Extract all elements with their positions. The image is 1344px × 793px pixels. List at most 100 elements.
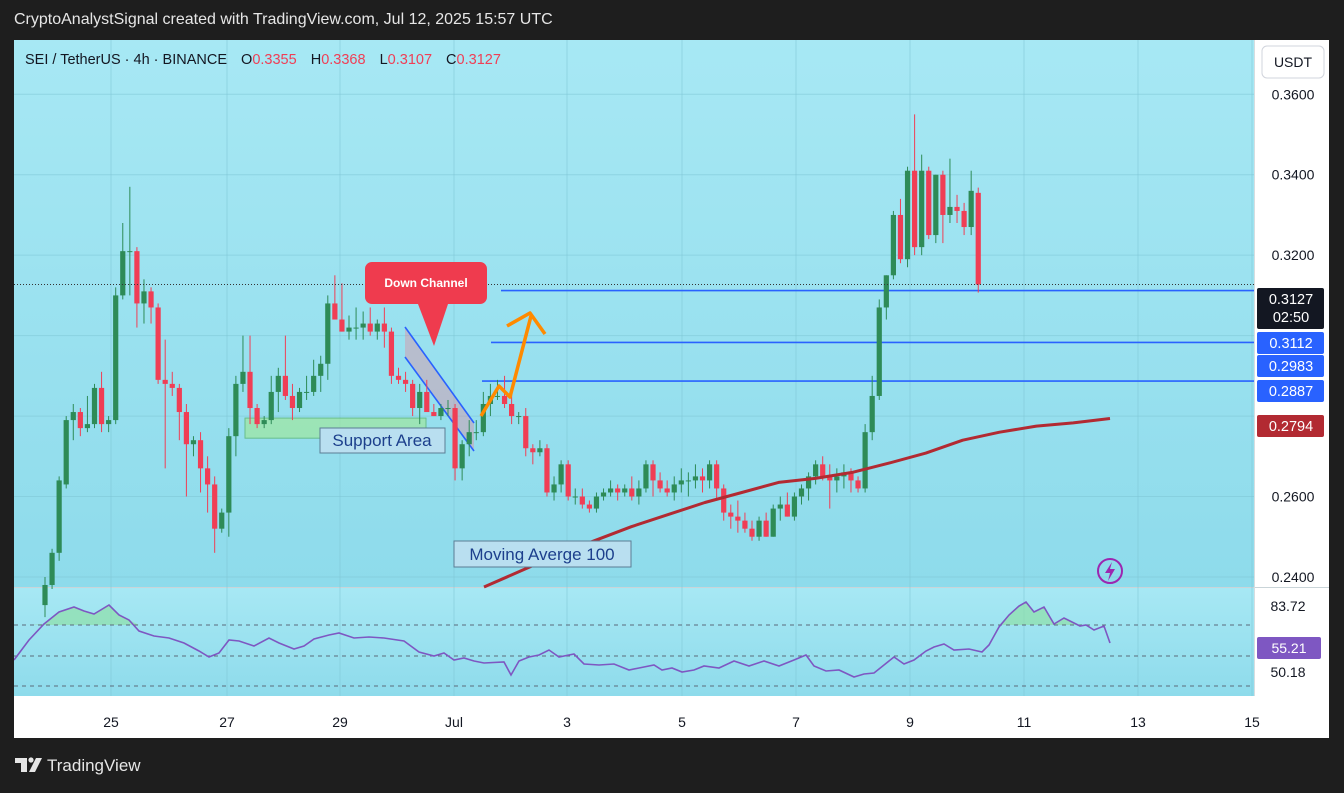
candle-body [530, 448, 536, 453]
candle-body [120, 251, 126, 296]
candle-body [714, 464, 720, 489]
price-tick-label: 0.3400 [1272, 167, 1315, 183]
candle-body [42, 584, 48, 606]
low-value: 0.3107 [388, 52, 432, 68]
candle-body [77, 412, 83, 429]
candle-body [919, 170, 925, 248]
candle-body [820, 464, 826, 477]
candle-body [636, 488, 642, 497]
candle-body [374, 323, 380, 332]
candle-body [98, 387, 105, 425]
footer-brand: TradingView [47, 756, 141, 775]
chart-frame: Down Channel Support Area Moving Averge … [13, 40, 1329, 738]
candle-body [862, 432, 868, 489]
candle-body [49, 552, 55, 585]
candle-body [339, 319, 345, 332]
candle-body [509, 403, 515, 417]
rsi-pane-background [14, 588, 1254, 696]
tradingview-logo: TradingView [15, 756, 141, 775]
close-value: 0.3127 [457, 52, 501, 68]
candle-body [56, 480, 62, 553]
candle-body [834, 476, 840, 481]
time-axis[interactable]: 25 27 29 Jul 3 5 7 9 11 13 15 [14, 697, 1329, 738]
candle-body [523, 416, 529, 449]
time-tick-label: 25 [103, 714, 119, 730]
candle-body [586, 504, 592, 509]
candle-body [424, 391, 430, 413]
candle-body [516, 416, 522, 418]
candle-body [579, 496, 585, 505]
candle-body [926, 170, 932, 236]
candle-body [501, 395, 508, 404]
caption-text: CryptoAnalystSignal created with Trading… [14, 11, 553, 28]
footer-bar: TradingView [0, 740, 1344, 788]
moving-average-callout: Moving Averge 100 [453, 540, 632, 568]
candle-body [784, 504, 790, 517]
candle-body [388, 331, 395, 376]
rsi-bottom-label: 50.18 [1270, 664, 1305, 680]
candle-body [608, 488, 614, 493]
candle-body [254, 408, 260, 425]
candle-body [261, 420, 267, 425]
time-tick-label: 11 [1017, 714, 1032, 730]
candle-body [381, 323, 387, 332]
candle-body [70, 412, 76, 421]
price-tick-label: 0.3200 [1272, 247, 1315, 263]
high-label: H [311, 52, 321, 68]
time-tick-label: 3 [563, 714, 571, 730]
candle-body [671, 484, 677, 493]
candle-body [947, 206, 953, 215]
rsi-top-label: 83.72 [1270, 598, 1305, 614]
candle-body [367, 323, 373, 332]
down-channel-label: Down Channel [384, 276, 467, 290]
candle-body [537, 448, 543, 453]
candle-body [975, 192, 981, 285]
candle-body [763, 520, 769, 537]
open-value: 0.3355 [252, 52, 296, 68]
top-caption-bar: CryptoAnalystSignal created with Trading… [0, 0, 1344, 40]
candle-body [629, 488, 635, 497]
candle-body [558, 464, 564, 485]
support-area-label: Support Area [332, 431, 432, 450]
candle-body [813, 464, 819, 477]
candle-body [212, 484, 218, 529]
candle-body [890, 214, 896, 276]
symbol-legend: SEI / TetherUS · 4h · BINANCE O0.3355 H0… [25, 52, 501, 68]
candle-body [699, 476, 706, 481]
tradingview-icon [15, 757, 42, 772]
candle-body [721, 488, 727, 513]
currency-button[interactable]: USDT [1261, 45, 1325, 79]
time-tick-label: 5 [678, 714, 686, 730]
candle-body [904, 170, 911, 260]
candle-body [289, 395, 296, 409]
candle-body [735, 516, 741, 521]
candle-body [268, 391, 274, 421]
candle-body [494, 395, 501, 397]
chart-svg[interactable]: Down Channel Support Area Moving Averge … [13, 40, 1329, 738]
candle-body [685, 480, 691, 482]
candle-body [360, 323, 366, 328]
candle-body [169, 383, 175, 388]
candle-body [876, 307, 882, 396]
low-label: L [380, 52, 388, 68]
time-tick-label: 29 [332, 714, 348, 730]
candle-body [141, 291, 147, 304]
candle-body [770, 508, 776, 537]
rsi-current-label: 55.21 [1271, 640, 1306, 656]
candle-body [275, 375, 281, 392]
open-label: O [241, 52, 252, 68]
candle-body [777, 504, 783, 509]
candle-body [622, 488, 628, 493]
candle-body [197, 440, 204, 469]
candle-body [657, 480, 663, 489]
candle-body [855, 480, 861, 489]
candle-body [63, 420, 69, 485]
candle-body [643, 464, 649, 489]
candle-body [706, 464, 713, 481]
candle-body [417, 391, 423, 409]
candle-body [303, 391, 310, 393]
price-tick-label: 0.2400 [1272, 569, 1315, 585]
candle-body [233, 383, 239, 437]
candle-body [176, 387, 182, 413]
candle-body [883, 275, 889, 308]
